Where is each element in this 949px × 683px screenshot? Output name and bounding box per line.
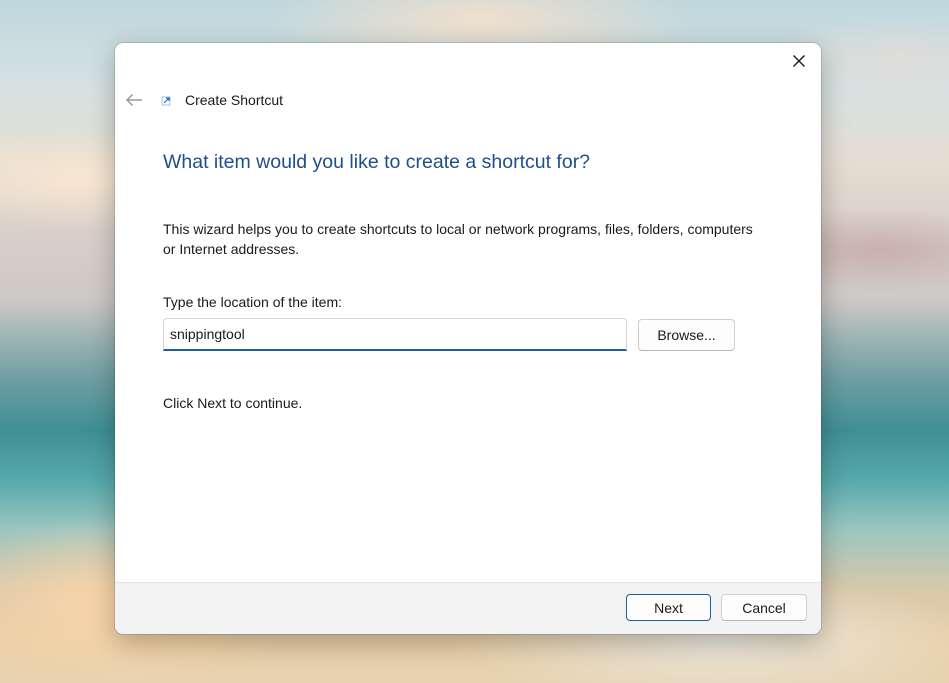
back-arrow-icon	[125, 93, 142, 107]
continue-instruction: Click Next to continue.	[163, 395, 303, 411]
shortcut-icon	[159, 92, 175, 108]
next-button[interactable]: Next	[626, 594, 711, 621]
wizard-header: Create Shortcut	[123, 87, 283, 113]
page-heading: What item would you like to create a sho…	[163, 151, 591, 173]
close-icon	[793, 55, 805, 67]
location-input[interactable]	[163, 318, 627, 351]
location-label: Type the location of the item:	[163, 294, 342, 310]
desktop-background: Create Shortcut What item would you like…	[0, 0, 949, 683]
dialog-footer: Next Cancel	[115, 582, 821, 634]
cancel-button[interactable]: Cancel	[721, 594, 807, 621]
back-button[interactable]	[123, 89, 145, 111]
close-button[interactable]	[783, 47, 815, 75]
window-title: Create Shortcut	[185, 92, 284, 108]
wizard-description: This wizard helps you to create shortcut…	[163, 221, 753, 257]
browse-button[interactable]: Browse...	[638, 319, 735, 351]
create-shortcut-dialog: Create Shortcut What item would you like…	[115, 43, 821, 634]
